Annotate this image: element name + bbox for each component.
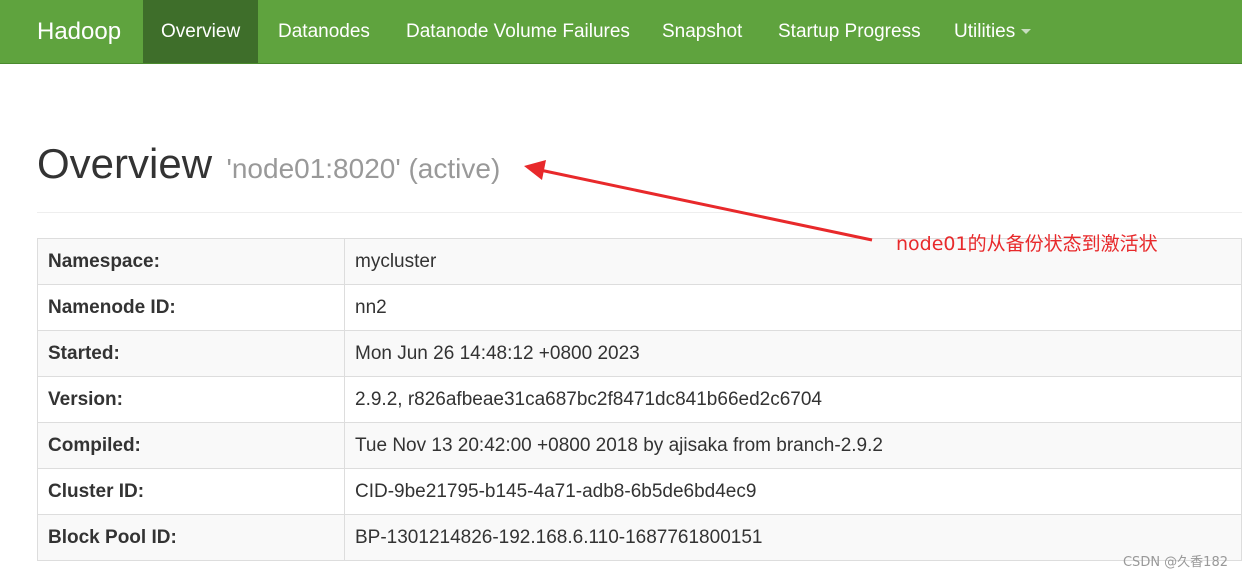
row-value: Tue Nov 13 20:42:00 +0800 2018 by ajisak… xyxy=(344,422,1242,469)
row-label: Cluster ID: xyxy=(37,468,345,515)
table-row: Cluster ID: CID-9be21795-b145-4a71-adb8-… xyxy=(37,468,1242,515)
row-label: Compiled: xyxy=(37,422,345,469)
nav-datanodes[interactable]: Datanodes xyxy=(278,0,370,63)
table-row: Block Pool ID: BP-1301214826-192.168.6.1… xyxy=(37,514,1242,561)
nav-overview[interactable]: Overview xyxy=(143,0,259,63)
watermark: CSDN @久香182 xyxy=(1122,555,1228,570)
page-subtitle: 'node01:8020' (active) xyxy=(226,153,501,184)
row-value: BP-1301214826-192.168.6.110-168776180015… xyxy=(344,514,1242,561)
row-value: 2.9.2, r826afbeae31ca687bc2f8471dc841b66… xyxy=(344,376,1242,423)
annotation-text: node01的从备份状态到激活状 xyxy=(896,233,1158,255)
header-divider xyxy=(37,212,1242,213)
table-row: Started: Mon Jun 26 14:48:12 +0800 2023 xyxy=(37,330,1242,377)
table-row: Version: 2.9.2, r826afbeae31ca687bc2f847… xyxy=(37,376,1242,423)
caret-down-icon xyxy=(1021,29,1032,35)
brand-logo[interactable]: Hadoop xyxy=(37,16,121,48)
table-row: Namenode ID: nn2 xyxy=(37,284,1242,331)
top-navbar: Hadoop Overview Datanodes Datanode Volum… xyxy=(0,0,1242,64)
nav-startup-progress[interactable]: Startup Progress xyxy=(778,0,921,63)
page-title: Overview xyxy=(37,140,213,187)
row-label: Block Pool ID: xyxy=(37,514,345,561)
row-value: nn2 xyxy=(344,284,1242,331)
annotation-arrow-shaft xyxy=(539,168,873,242)
nav-utilities-dropdown[interactable]: Utilities xyxy=(954,0,1032,63)
overview-table: Namespace: mycluster Namenode ID: nn2 St… xyxy=(37,238,1242,561)
row-value: CID-9be21795-b145-4a71-adb8-6b5de6bd4ec9 xyxy=(344,468,1242,515)
nav-datanode-volume-failures[interactable]: Datanode Volume Failures xyxy=(406,0,630,63)
page-header: Overview 'node01:8020' (active) xyxy=(37,140,500,188)
nav-snapshot[interactable]: Snapshot xyxy=(662,0,742,63)
table-row: Compiled: Tue Nov 13 20:42:00 +0800 2018… xyxy=(37,422,1242,469)
row-label: Namespace: xyxy=(37,238,345,285)
annotation-arrow-head xyxy=(524,160,546,180)
row-label: Version: xyxy=(37,376,345,423)
row-value: Mon Jun 26 14:48:12 +0800 2023 xyxy=(344,330,1242,377)
row-label: Started: xyxy=(37,330,345,377)
row-label: Namenode ID: xyxy=(37,284,345,331)
nav-utilities-label: Utilities xyxy=(954,21,1016,42)
